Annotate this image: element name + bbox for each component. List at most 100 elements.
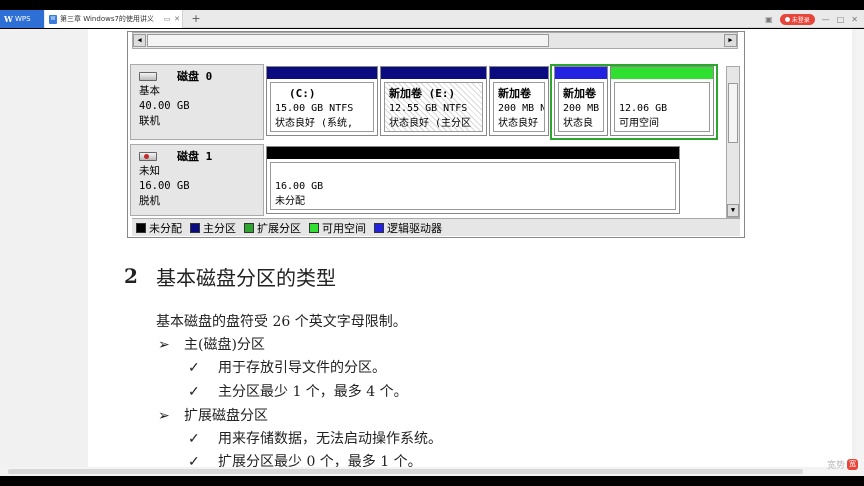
disk-1-type: 未知 [139, 165, 160, 177]
partition-body: 16.00 GB 未分配 [270, 162, 676, 210]
check-bullet-icon: ✓ [188, 431, 200, 447]
disk-0-size: 40.00 GB [139, 100, 190, 112]
hard-disk-icon [139, 72, 157, 81]
legend-swatch [244, 222, 254, 233]
partition-unallocated: 16.00 GB 未分配 [266, 146, 680, 214]
legend-label: 未分配 [149, 221, 182, 235]
login-button[interactable]: 未登录 [779, 13, 815, 25]
list-item: ✓ 用来存储数据，无法启动操作系统。 [188, 428, 442, 448]
list-item: ➢ 扩展磁盘分区 [158, 405, 268, 425]
partition-bar [555, 67, 607, 79]
partition-bar [381, 67, 486, 79]
check-bullet-icon: ✓ [188, 384, 200, 400]
section-intro: 基本磁盘的盘符受 26 个英文字母限制。 [156, 314, 407, 330]
partition-state: 状态良好 (系统, [275, 118, 354, 129]
partition-state: 未分配 [275, 196, 305, 207]
list-item-text: 扩展磁盘分区 [184, 408, 268, 424]
status-bar [0, 467, 864, 476]
disk-hscrollbar: ◀ ▶ [132, 32, 738, 49]
brand-logo-icon: 宽 [847, 459, 858, 470]
disk-0-name: 磁盘 0 [177, 70, 213, 83]
partition-label: (C:) [289, 87, 316, 100]
section-title: 基本磁盘分区的类型 [156, 266, 336, 290]
legend-swatch [136, 222, 146, 233]
window-layout-icon[interactable]: ▣ [765, 15, 773, 24]
partition-size: 16.00 GB [275, 181, 324, 192]
tab-monitor-icon[interactable]: ▭ [162, 15, 172, 23]
partition-new-volume-1: 新加卷 200 MB N 状态良好 [489, 66, 549, 136]
list-item-text: 主分区最少 1 个，最多 4 个。 [218, 384, 408, 400]
partition-state: 状态良好 (主分区 [389, 118, 472, 129]
scroll-down-icon: ▼ [727, 204, 739, 217]
login-label: 未登录 [791, 16, 810, 24]
app-name: WPS [14, 15, 31, 23]
partition-c: (C:) 15.00 GB NTFS 状态良好 (系统, [266, 66, 378, 136]
offline-disk-icon [139, 152, 157, 161]
arrow-bullet-icon: ➢ [158, 337, 170, 353]
close-window-button[interactable]: ✕ [851, 15, 858, 24]
partition-label: 新加卷 (E:) [389, 87, 456, 100]
vertical-scrollbar[interactable] [856, 29, 864, 467]
legend-item-logical: 逻辑驱动器 [374, 220, 442, 236]
partition-body: 新加卷 200 MB N 状态良好 [493, 82, 545, 132]
partition-bar [267, 147, 679, 159]
partition-size: 200 MB [563, 103, 600, 114]
disk-vscrollbar: ▼ [726, 66, 740, 218]
check-bullet-icon: ✓ [188, 360, 200, 376]
minimize-button[interactable]: — [822, 15, 830, 24]
partition-body: 新加卷 (E:) 12.55 GB NTFS 状态良好 (主分区 [384, 82, 483, 132]
partition-bar [267, 67, 377, 79]
legend-label: 主分区 [203, 221, 236, 235]
brand-text: 宽势 [826, 461, 845, 471]
partition-size: 12.55 GB NTFS [389, 103, 468, 114]
list-item-text: 用来存储数据，无法启动操作系统。 [218, 431, 442, 447]
partition-body: 新加卷 200 MB 状态良 [558, 82, 604, 132]
disk-1-status: 脱机 [139, 195, 160, 207]
partition-e: 新加卷 (E:) 12.55 GB NTFS 状态良好 (主分区 [380, 66, 487, 136]
disk-vscroll-thumb [728, 83, 738, 143]
wps-logo-icon: W [4, 14, 13, 24]
partition-state: 状态良 [563, 118, 593, 129]
partition-size: 200 MB N [498, 103, 545, 114]
partition-label [619, 86, 706, 101]
legend-swatch [309, 222, 319, 233]
disk-1-row: 磁盘 1 未知 16.00 GB 脱机 16.00 GB 未分配 [130, 144, 720, 216]
arrow-bullet-icon: ➢ [158, 408, 170, 424]
list-item: ➢ 主(磁盘)分区 [158, 334, 265, 354]
partition-bar [611, 67, 713, 79]
tab-bar: W WPS W 第三章 Windows7的使用讲义 ▭ ✕ + ▣ 未登录 — … [0, 10, 864, 28]
partition-body: 12.06 GB 可用空间 [614, 82, 710, 132]
partition-label: 新加卷 [498, 87, 531, 100]
legend-item-free: 可用空间 [309, 220, 366, 236]
brand-watermark: 宽势 宽 [827, 458, 858, 471]
disk-0-type: 基本 [139, 85, 160, 97]
partition-free-space: 12.06 GB 可用空间 [610, 66, 714, 136]
horizontal-scrollbar[interactable] [8, 469, 803, 474]
legend-item-primary: 主分区 [190, 220, 236, 236]
wps-home-tab[interactable]: W WPS [0, 10, 44, 28]
partition-state: 可用空间 [619, 118, 659, 129]
partition-size: 15.00 GB NTFS [275, 103, 354, 114]
disk-1-info: 磁盘 1 未知 16.00 GB 脱机 [130, 144, 264, 216]
window-toolbar: ▣ 未登录 — □ ✕ [765, 10, 858, 28]
maximize-button[interactable]: □ [837, 15, 845, 24]
new-tab-button[interactable]: + [189, 10, 203, 28]
document-tab[interactable]: W 第三章 Windows7的使用讲义 ▭ ✕ [45, 10, 183, 28]
legend-swatch [374, 222, 384, 233]
list-item: ✓ 用于存放引导文件的分区。 [188, 357, 386, 377]
tab-close-icon[interactable]: ✕ [172, 15, 182, 23]
document-icon: W [49, 14, 57, 24]
disk-1-size: 16.00 GB [139, 180, 190, 192]
partition-logical: 新加卷 200 MB 状态良 [554, 66, 608, 136]
partition-state: 状态良好 [498, 118, 538, 129]
document-tab-title: 第三章 Windows7的使用讲义 [60, 15, 154, 23]
section-number: 2 [124, 264, 138, 288]
partition-bar [490, 67, 548, 79]
scroll-left-icon: ◀ [133, 34, 146, 47]
partition-body: (C:) 15.00 GB NTFS 状态良好 (系统, [270, 82, 374, 132]
legend-item-unallocated: 未分配 [136, 220, 182, 236]
disk-hscroll-thumb [147, 34, 549, 47]
partition-size: 12.06 GB [619, 103, 668, 114]
user-avatar-icon [784, 16, 790, 22]
disk-0-row: 磁盘 0 基本 40.00 GB 联机 (C:) 15.00 GB NTFS 状… [130, 64, 720, 140]
